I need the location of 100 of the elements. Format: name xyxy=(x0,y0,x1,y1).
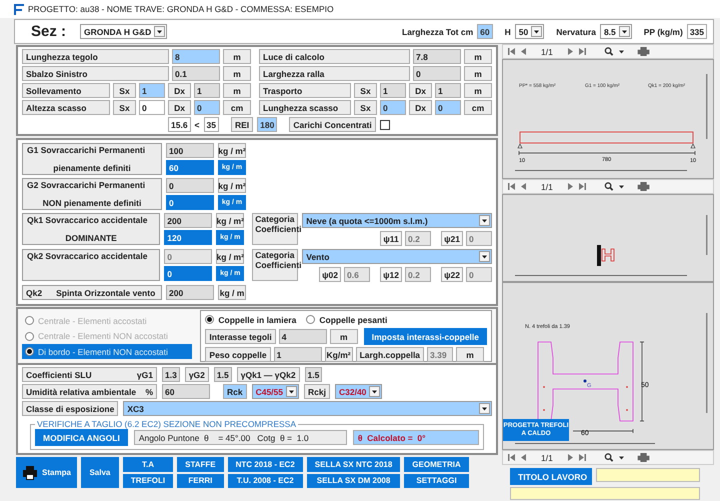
set-spacing-button[interactable]: Imposta interassi-coppelle xyxy=(364,328,487,345)
input-field[interactable]: 0.2 xyxy=(405,231,431,246)
input-field[interactable]: 60 xyxy=(477,24,493,39)
scrollbar[interactable] xyxy=(706,313,708,413)
scrollbar[interactable] xyxy=(706,215,708,255)
menu-button[interactable]: T.A xyxy=(122,457,174,472)
input-field[interactable]: 1 xyxy=(139,83,165,98)
print-icon[interactable] xyxy=(636,182,651,191)
input-field[interactable]: 0 xyxy=(466,267,492,282)
input-field[interactable]: 0 xyxy=(166,178,214,193)
dropdown[interactable]: C32/40 xyxy=(334,384,382,399)
caret-icon[interactable] xyxy=(618,26,630,37)
concentrated-loads-button[interactable]: Carichi Concentrati xyxy=(289,117,376,132)
menu-button[interactable]: GEOMETRIA xyxy=(404,457,469,472)
dropdown[interactable]: GRONDA H G&D xyxy=(80,24,168,39)
input-field[interactable]: 0 xyxy=(194,100,220,115)
next-icon[interactable] xyxy=(566,453,575,462)
menu-button[interactable]: SELLA SX NTC 2018 xyxy=(306,457,400,472)
input-field[interactable]: 0.6 xyxy=(344,267,370,282)
last-page-icon[interactable] xyxy=(578,182,587,191)
edit-angles-button[interactable]: MODIFICA ANGOLI xyxy=(35,429,128,446)
dropdown[interactable]: 8.5 xyxy=(600,24,632,39)
input-field[interactable]: 1 xyxy=(274,347,322,362)
rei-button[interactable]: REI xyxy=(230,117,254,132)
job-title-button[interactable]: TITOLO LAVORO xyxy=(510,468,592,485)
input-field[interactable]: 0 xyxy=(166,195,214,210)
search-icon[interactable] xyxy=(604,182,614,191)
menu-button[interactable]: T.U. 2008 - EC2 xyxy=(228,474,303,488)
menu-button[interactable]: FERRI xyxy=(177,474,224,488)
caret-icon[interactable] xyxy=(531,26,542,37)
input-field[interactable]: 0 xyxy=(164,249,212,264)
input-field[interactable] xyxy=(510,487,700,500)
next-icon[interactable] xyxy=(566,47,575,56)
caret-icon[interactable] xyxy=(479,403,490,414)
input-field[interactable]: 60 xyxy=(166,160,214,175)
input-field[interactable]: 1.5 xyxy=(214,367,232,382)
input-field[interactable]: 7.8 xyxy=(413,49,461,64)
input-field[interactable]: 0 xyxy=(435,100,461,115)
caret-icon[interactable] xyxy=(286,386,298,397)
input-field[interactable]: 0 xyxy=(466,231,492,246)
last-page-icon[interactable] xyxy=(578,453,587,462)
search-icon[interactable] xyxy=(604,453,614,462)
input-field[interactable]: 180 xyxy=(257,117,278,132)
input-field[interactable]: 1.3 xyxy=(162,367,180,382)
radio-option[interactable]: Di bordo - Elementi NON accostati xyxy=(22,344,192,359)
search-icon[interactable] xyxy=(604,47,614,56)
input-field[interactable]: 0 xyxy=(164,266,212,281)
first-page-icon[interactable] xyxy=(507,453,516,462)
input-field[interactable]: 0 xyxy=(139,100,165,115)
previous-icon[interactable] xyxy=(519,453,528,462)
input-field[interactable]: 120 xyxy=(164,230,212,245)
input-field[interactable]: 1.5 xyxy=(304,367,322,382)
menu-button[interactable]: NTC 2018 - EC2 xyxy=(228,457,303,472)
menu-button[interactable]: STAFFE xyxy=(177,457,224,472)
save-button[interactable]: Salva xyxy=(80,457,119,488)
caret-icon[interactable] xyxy=(479,251,490,262)
menu-button[interactable]: SELLA SX DM 2008 xyxy=(306,474,400,488)
first-page-icon[interactable] xyxy=(507,47,516,56)
scrollbar[interactable] xyxy=(515,443,655,444)
dropdown[interactable]: XC3 xyxy=(123,401,492,416)
first-page-icon[interactable] xyxy=(507,182,516,191)
next-icon[interactable] xyxy=(566,182,575,191)
input-field[interactable]: 335 xyxy=(686,24,707,39)
input-field[interactable]: 200 xyxy=(166,285,214,300)
input-field[interactable]: 0.1 xyxy=(172,66,220,81)
caret-icon[interactable] xyxy=(369,386,380,397)
radio-option[interactable]: Coppelle in lamiera xyxy=(205,313,296,326)
radio-option[interactable]: Coppelle pesanti xyxy=(306,313,388,326)
input-field[interactable]: 8 xyxy=(172,49,220,64)
scrollbar[interactable] xyxy=(706,74,708,139)
input-field[interactable]: 100 xyxy=(166,143,214,158)
input-field[interactable]: 60 xyxy=(162,384,210,399)
last-page-icon[interactable] xyxy=(578,47,587,56)
input-field[interactable]: 35 xyxy=(204,117,219,132)
input-field[interactable]: 1 xyxy=(435,83,461,98)
dropdown[interactable]: Vento xyxy=(302,249,492,264)
caret-icon[interactable] xyxy=(479,215,490,226)
dropdown[interactable]: Neve (a quota <=1000m s.l.m.) xyxy=(302,213,492,228)
menu-button[interactable]: TREFOLI xyxy=(122,474,174,488)
input-field[interactable] xyxy=(596,468,700,482)
input-field[interactable]: 1 xyxy=(194,83,220,98)
input-field[interactable]: 0.2 xyxy=(405,267,431,282)
menu-button[interactable]: SETTAGGI xyxy=(404,474,469,488)
checkbox[interactable] xyxy=(380,120,390,130)
input-field[interactable]: 4 xyxy=(278,329,327,344)
caret-icon[interactable] xyxy=(154,26,166,37)
input-field[interactable]: 15.6 xyxy=(168,117,191,132)
print-button[interactable]: Stampa xyxy=(16,457,77,488)
scrollbar[interactable] xyxy=(515,170,687,171)
input-field[interactable]: 0 xyxy=(380,100,406,115)
previous-icon[interactable] xyxy=(519,182,528,191)
input-field[interactable]: 0 xyxy=(413,66,461,81)
scrollbar[interactable] xyxy=(515,275,687,276)
previous-icon[interactable] xyxy=(519,47,528,56)
print-icon[interactable] xyxy=(636,47,651,56)
input-field[interactable]: 200 xyxy=(164,213,212,228)
dropdown[interactable]: C45/55 xyxy=(252,384,300,399)
dropdown[interactable]: 50 xyxy=(514,24,544,39)
input-field[interactable]: 3.39 xyxy=(427,347,454,362)
input-field[interactable]: 1 xyxy=(380,83,406,98)
